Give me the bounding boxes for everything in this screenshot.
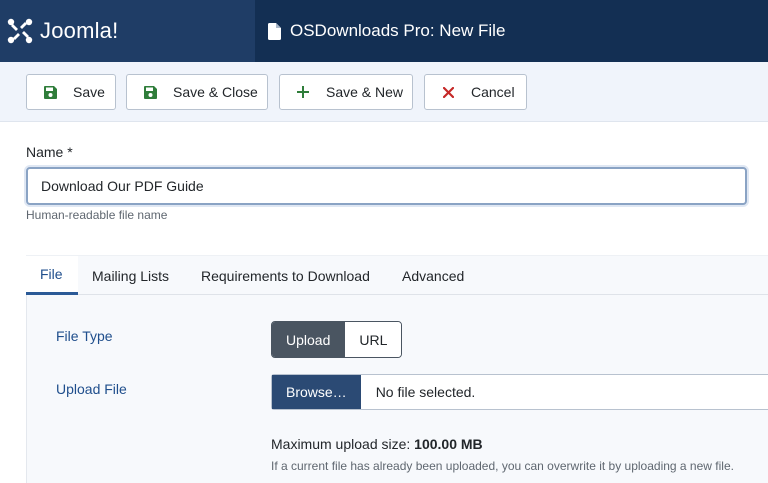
tab-requirements-to-download[interactable]: Requirements to Download xyxy=(187,256,384,295)
name-field-hint: Human-readable file name xyxy=(26,208,168,222)
floppy-disk-icon xyxy=(143,85,157,99)
name-field-label: Name * xyxy=(26,144,73,160)
page-title-area: OSDownloads Pro: New File xyxy=(268,0,505,62)
save-new-button[interactable]: Save & New xyxy=(279,74,413,110)
save-new-label: Save & New xyxy=(326,84,404,100)
tab-mailing-lists[interactable]: Mailing Lists xyxy=(78,256,183,295)
upload-file-input[interactable]: Browse… No file selected. xyxy=(271,374,768,410)
browse-button[interactable]: Browse… xyxy=(272,375,361,409)
cancel-button[interactable]: Cancel xyxy=(424,74,527,110)
app-header: Joomla! OSDownloads Pro: New File xyxy=(0,0,768,62)
file-type-url-option[interactable]: URL xyxy=(344,322,402,357)
brand-name: Joomla! xyxy=(40,18,119,43)
tab-advanced[interactable]: Advanced xyxy=(388,256,478,295)
floppy-disk-icon xyxy=(43,85,57,99)
close-icon xyxy=(441,85,455,99)
file-type-upload-option[interactable]: Upload xyxy=(272,322,345,357)
max-upload-size: Maximum upload size: 100.00 MB xyxy=(271,436,483,452)
page-title: OSDownloads Pro: New File xyxy=(290,21,506,40)
save-close-label: Save & Close xyxy=(173,84,258,100)
file-type-toggle: Upload URL xyxy=(271,321,403,358)
joomla-logo-icon xyxy=(7,18,33,44)
tab-bar: File Mailing Lists Requirements to Downl… xyxy=(26,255,768,295)
plus-icon xyxy=(296,85,310,99)
brand-logo-area[interactable]: Joomla! xyxy=(0,0,255,62)
name-input[interactable] xyxy=(26,167,747,205)
save-close-button[interactable]: Save & Close xyxy=(126,74,268,110)
upload-file-label: Upload File xyxy=(56,381,127,397)
tab-file[interactable]: File xyxy=(26,256,78,295)
file-icon xyxy=(268,22,281,40)
max-upload-size-value: 100.00 MB xyxy=(414,436,483,452)
toolbar: Save Save & Close Save & New Cancel xyxy=(0,62,768,122)
file-type-label: File Type xyxy=(56,328,113,344)
cancel-label: Cancel xyxy=(471,84,515,100)
max-upload-size-label: Maximum upload size: xyxy=(271,436,411,452)
save-button[interactable]: Save xyxy=(26,74,116,110)
overwrite-note: If a current file has already been uploa… xyxy=(271,459,734,473)
save-label: Save xyxy=(73,84,105,100)
file-status-text: No file selected. xyxy=(375,384,476,400)
